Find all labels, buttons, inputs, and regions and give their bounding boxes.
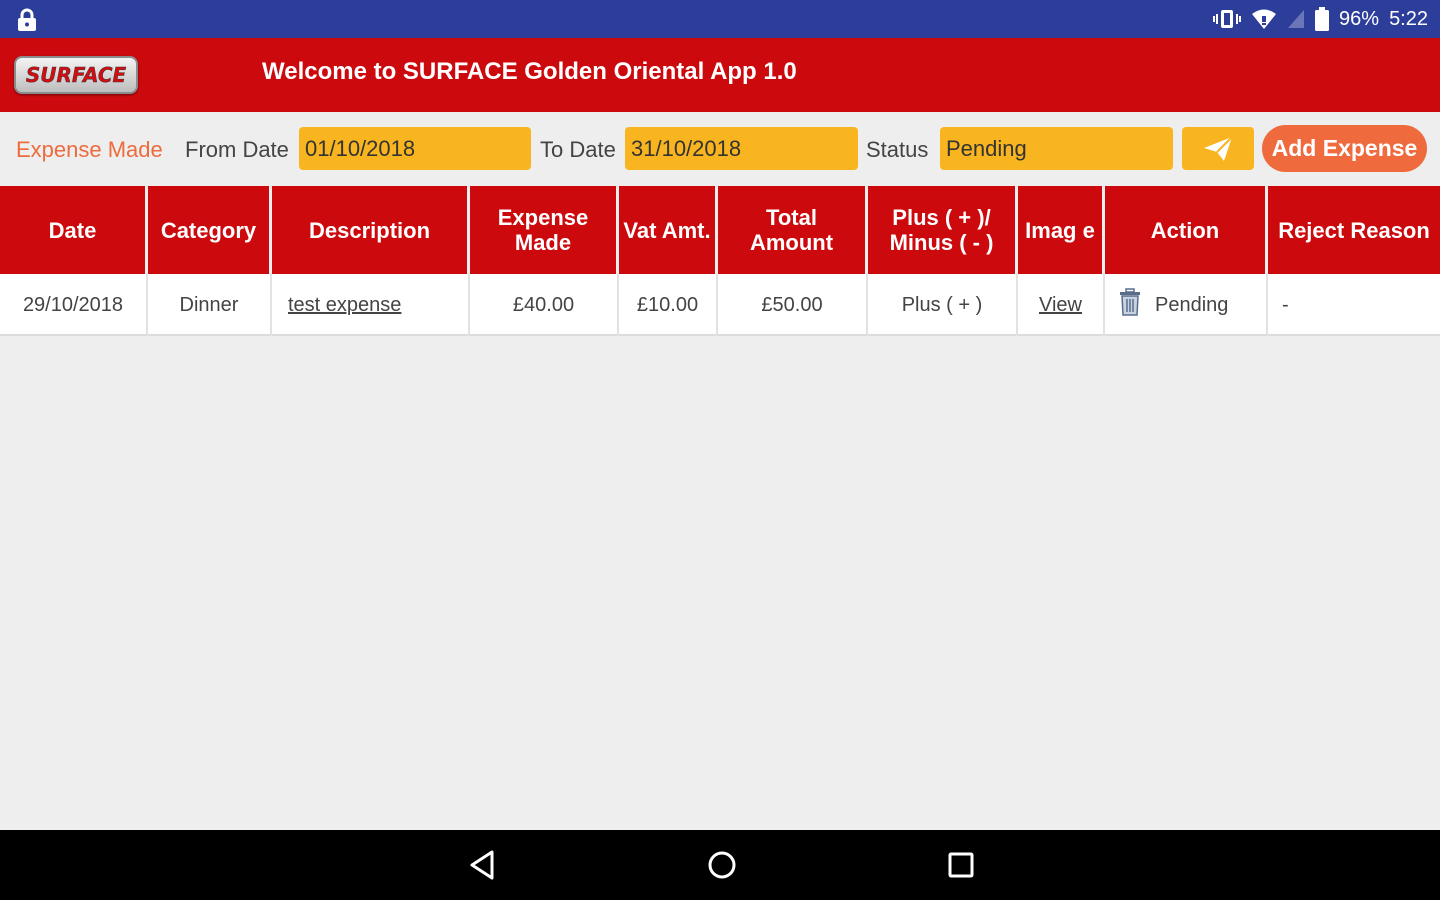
status-bar: 96% 5:22 xyxy=(0,0,1440,38)
cell-reject-reason: - xyxy=(1282,293,1289,316)
cell-date: 29/10/2018 xyxy=(0,274,148,336)
column-header: Total Amount xyxy=(718,186,868,274)
description-link[interactable]: test expense xyxy=(288,294,401,317)
cell-plus-minus: Plus ( + ) xyxy=(868,274,1018,336)
table-row: 29/10/2018 Dinner test expense £40.00 £1… xyxy=(0,274,1440,336)
back-icon[interactable] xyxy=(464,847,500,883)
view-image-link[interactable]: View xyxy=(1039,294,1082,317)
column-header: Expense Made xyxy=(470,186,619,274)
search-submit-button[interactable] xyxy=(1182,127,1254,170)
cell-action: Pending xyxy=(1105,274,1268,336)
column-header: Imag e xyxy=(1018,186,1105,274)
section-label: Expense Made xyxy=(16,137,163,162)
cell-category: Dinner xyxy=(148,274,272,336)
battery-percent: 96% xyxy=(1339,7,1380,30)
cell-description: test expense xyxy=(272,274,470,336)
column-header: Vat Amt. xyxy=(619,186,718,274)
battery-icon xyxy=(1315,7,1330,31)
status-label: Status xyxy=(866,137,929,162)
no-signal-icon xyxy=(1287,9,1305,29)
to-date-label: To Date xyxy=(540,137,616,162)
cell-total-amount: £50.00 xyxy=(718,274,868,336)
navigation-bar xyxy=(0,830,1440,900)
cell-image: View xyxy=(1018,274,1105,336)
status-select[interactable]: Pending xyxy=(940,127,1173,170)
cell-vat-amount: £10.00 xyxy=(619,274,718,336)
column-header: Reject Reason xyxy=(1278,217,1430,243)
column-header: Action xyxy=(1105,186,1268,274)
wifi-icon xyxy=(1251,8,1277,30)
lock-icon xyxy=(16,8,38,32)
to-date-field[interactable]: 31/10/2018 xyxy=(625,127,858,170)
column-header: Category xyxy=(148,186,272,274)
paper-plane-icon xyxy=(1204,135,1233,161)
add-expense-button[interactable]: Add Expense xyxy=(1262,125,1427,172)
clock: 5:22 xyxy=(1389,7,1428,30)
column-header: Plus ( + )/ Minus ( - ) xyxy=(868,186,1018,274)
column-header: Description xyxy=(272,186,470,274)
table-header: Date Category Description Expense Made V… xyxy=(0,186,1440,274)
home-icon[interactable] xyxy=(704,847,740,883)
logo-text: SURFACE xyxy=(25,63,127,88)
recents-icon[interactable] xyxy=(943,847,979,883)
filter-bar: Expense Made From Date 01/10/2018 To Dat… xyxy=(0,112,1440,186)
from-date-label: From Date xyxy=(185,137,289,162)
trash-icon[interactable] xyxy=(1119,288,1141,322)
cell-expense-made: £40.00 xyxy=(470,274,619,336)
app-header: SURFACE Welcome to SURFACE Golden Orient… xyxy=(0,38,1440,112)
page-title: Welcome to SURFACE Golden Oriental App 1… xyxy=(262,58,797,85)
vibrate-icon xyxy=(1213,8,1242,30)
action-status: Pending xyxy=(1155,293,1229,316)
column-header: Date xyxy=(0,186,148,274)
from-date-field[interactable]: 01/10/2018 xyxy=(299,127,531,170)
surface-logo: SURFACE xyxy=(14,56,138,94)
expense-table: Date Category Description Expense Made V… xyxy=(0,186,1440,336)
